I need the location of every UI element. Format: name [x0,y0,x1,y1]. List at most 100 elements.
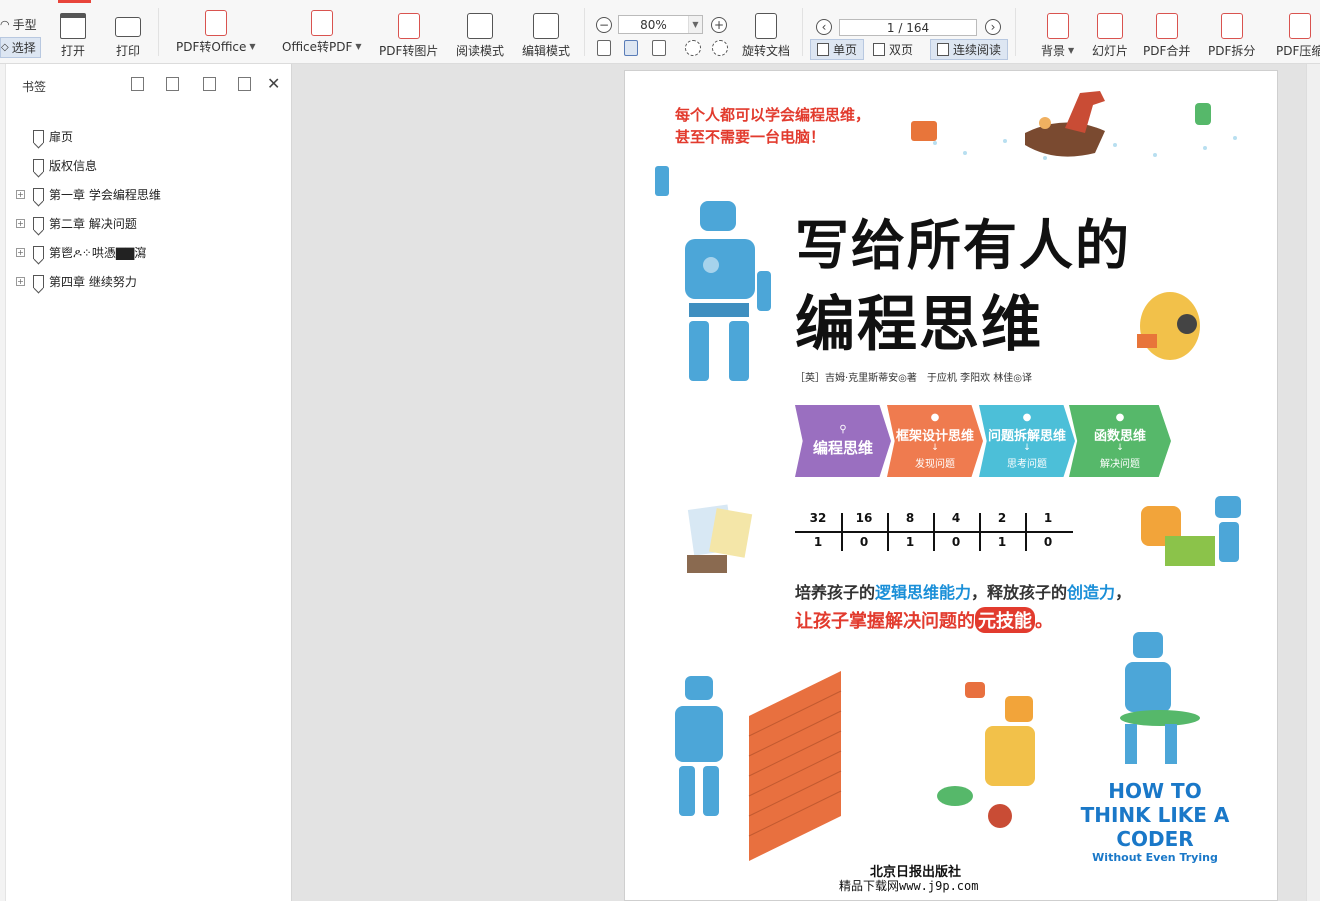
background-button[interactable]: 背景 ▼ [1041,0,1074,59]
fit-width-icon[interactable] [652,40,666,56]
print-button[interactable]: 打印 [115,0,141,59]
bookmark-item[interactable]: + 第一章 学会编程思维 [16,184,161,204]
bookmark-panel: 书签 ✕ 扉页 版权信息 + 第一章 学会编程思维 + 第二章 解决问题 + 第… [0,64,292,901]
zoom-in-icon[interactable]: + [711,17,727,33]
compress-icon [1288,13,1311,39]
chevron-sub-label: 发现问题 [915,459,955,470]
chevron-down-icon: ▼ [1068,46,1075,55]
pdf-to-image-button[interactable]: PDF转图片 [379,0,438,59]
english-title-line: THINK LIKE A [1080,803,1230,827]
chevron-down-icon: ▼ [249,42,256,51]
rotate-left-icon[interactable] [685,40,701,56]
pdf-split-button[interactable]: PDF拆分 [1208,0,1255,59]
slogan-highlight: 逻辑思维能力 [875,583,972,602]
bookmark-label: 扉页 [49,129,74,144]
binary-digit: 1 [997,535,1007,549]
robot-chair-illustration [1120,632,1200,764]
previous-page-icon[interactable]: ‹ [816,19,832,35]
expand-all-icon[interactable] [131,77,144,91]
chevron-sub-label: 解决问题 [1100,459,1140,470]
gear-icon: ● [930,412,940,423]
pdf-to-office-button[interactable]: PDF转Office ▼ [176,0,256,55]
delete-bookmark-icon[interactable] [238,77,251,91]
merge-icon [1155,13,1178,39]
chevron-down-icon: ▼ [688,16,702,33]
english-title: HOW TO THINK LIKE A CODER Without Even T… [1080,779,1230,865]
english-subtitle: Without Even Trying [1092,851,1218,864]
rotate-right-icon[interactable] [712,40,728,56]
close-icon[interactable]: ✕ [267,74,280,93]
bookmark-label: 第鬯ዶ⁘哄憑▇▇瀉 [49,245,147,260]
add-bookmark-icon[interactable] [203,77,216,91]
zoom-out-icon[interactable]: − [596,17,612,33]
pdf-merge-button[interactable]: PDF合并 [1143,0,1190,59]
open-button[interactable]: 打开 [60,0,86,59]
hand-tool-button[interactable]: ◠ 手型 [0,15,41,34]
fit-page-icon[interactable] [624,40,638,56]
rotate-document-icon [755,13,777,39]
slogan-text: 。 [1035,611,1053,632]
actual-size-icon[interactable] [597,40,611,56]
collapse-all-icon[interactable] [166,77,179,91]
bookmark-item[interactable]: + 第二章 解决问题 [16,213,137,233]
single-page-button[interactable]: 单页 [810,39,865,60]
bookmark-item[interactable]: + 第鬯ዶ⁘哄憑▇▇瀉 [16,242,146,262]
select-tool-button[interactable]: ◇ 选择 [0,37,41,58]
paint-bucket-icon [1046,13,1069,39]
bookmark-item[interactable]: 版权信息 [16,155,97,175]
toolbar-divider [158,8,159,56]
slogan-highlight: 元技能 [975,607,1035,633]
pdf-compress-button[interactable]: PDF压缩 [1276,0,1320,59]
background-label: 背景 [1041,44,1066,58]
office-to-pdf-label: Office转PDF [282,40,353,54]
rotate-document-button[interactable]: 旋转文档 [742,0,790,59]
pdf-split-label: PDF拆分 [1208,44,1256,58]
binary-digit: 0 [1043,535,1053,549]
read-mode-button[interactable]: 阅读模式 [456,0,504,59]
continuous-read-button[interactable]: 连续阅读 [930,39,1009,60]
chevron-sub-label: 思考问题 [1007,459,1047,470]
binary-place-value: 4 [951,511,961,525]
panel-gutter [0,64,6,901]
cursor-icon: ◇ [1,42,9,53]
pdf-merge-label: PDF合并 [1143,44,1191,58]
bookmark-item[interactable]: + 第四章 继续努力 [16,271,137,291]
expand-icon[interactable]: + [16,189,25,199]
cover-title-line2: 编程思维 [795,290,1043,360]
bookmark-item[interactable]: 扉页 [16,126,73,146]
arrow-down-icon: ↓ [931,443,939,453]
chevron-main-label: 问题拆解思维 [987,429,1066,444]
page-number-input[interactable]: 1 / 164 [839,19,977,36]
expand-icon[interactable]: + [16,247,25,257]
expand-icon[interactable]: + [16,218,25,228]
edit-mode-label: 编辑模式 [522,44,571,58]
next-page-icon[interactable]: › [985,19,1001,35]
bookmark-icon [33,216,44,230]
binary-digit: 0 [951,535,961,549]
chevron-main-label: 编程思维 [812,439,873,457]
vertical-scrollbar[interactable] [1306,64,1320,901]
bookmark-label: 第四章 继续努力 [49,274,137,289]
chevron-programming: ⚲ 编程思维 [795,405,891,477]
search-icon: ⚲ [839,424,847,435]
binary-place-value: 16 [855,511,873,525]
toolbar-divider [584,8,585,56]
office-to-pdf-button[interactable]: Office转PDF ▼ [282,0,362,55]
expand-icon[interactable]: + [16,276,25,286]
double-page-button[interactable]: 双页 [866,39,920,60]
toolbar-divider [1015,8,1016,56]
cover-tagline: 每个人都可以学会编程思维， 甚至不需要一台电脑！ [675,104,870,148]
single-page-label: 单页 [833,43,858,57]
bookmark-label: 版权信息 [49,158,98,173]
binary-place-value: 2 [997,511,1007,525]
pdf-page: 每个人都可以学会编程思维， 甚至不需要一台电脑！ 写给所有人的 编程思维 ［英］… [624,70,1278,901]
zoom-select[interactable]: 80% ▼ [618,15,703,34]
book-icon [467,13,493,39]
bookmark-icon [33,158,44,172]
play-icon [1097,13,1123,39]
slideshow-button[interactable]: 幻灯片 [1092,0,1128,59]
binary-digit: 1 [905,535,915,549]
edit-mode-button[interactable]: 编辑模式 [522,0,570,59]
yellow-robot-illustration [937,682,1035,828]
binary-digit: 0 [859,535,869,549]
